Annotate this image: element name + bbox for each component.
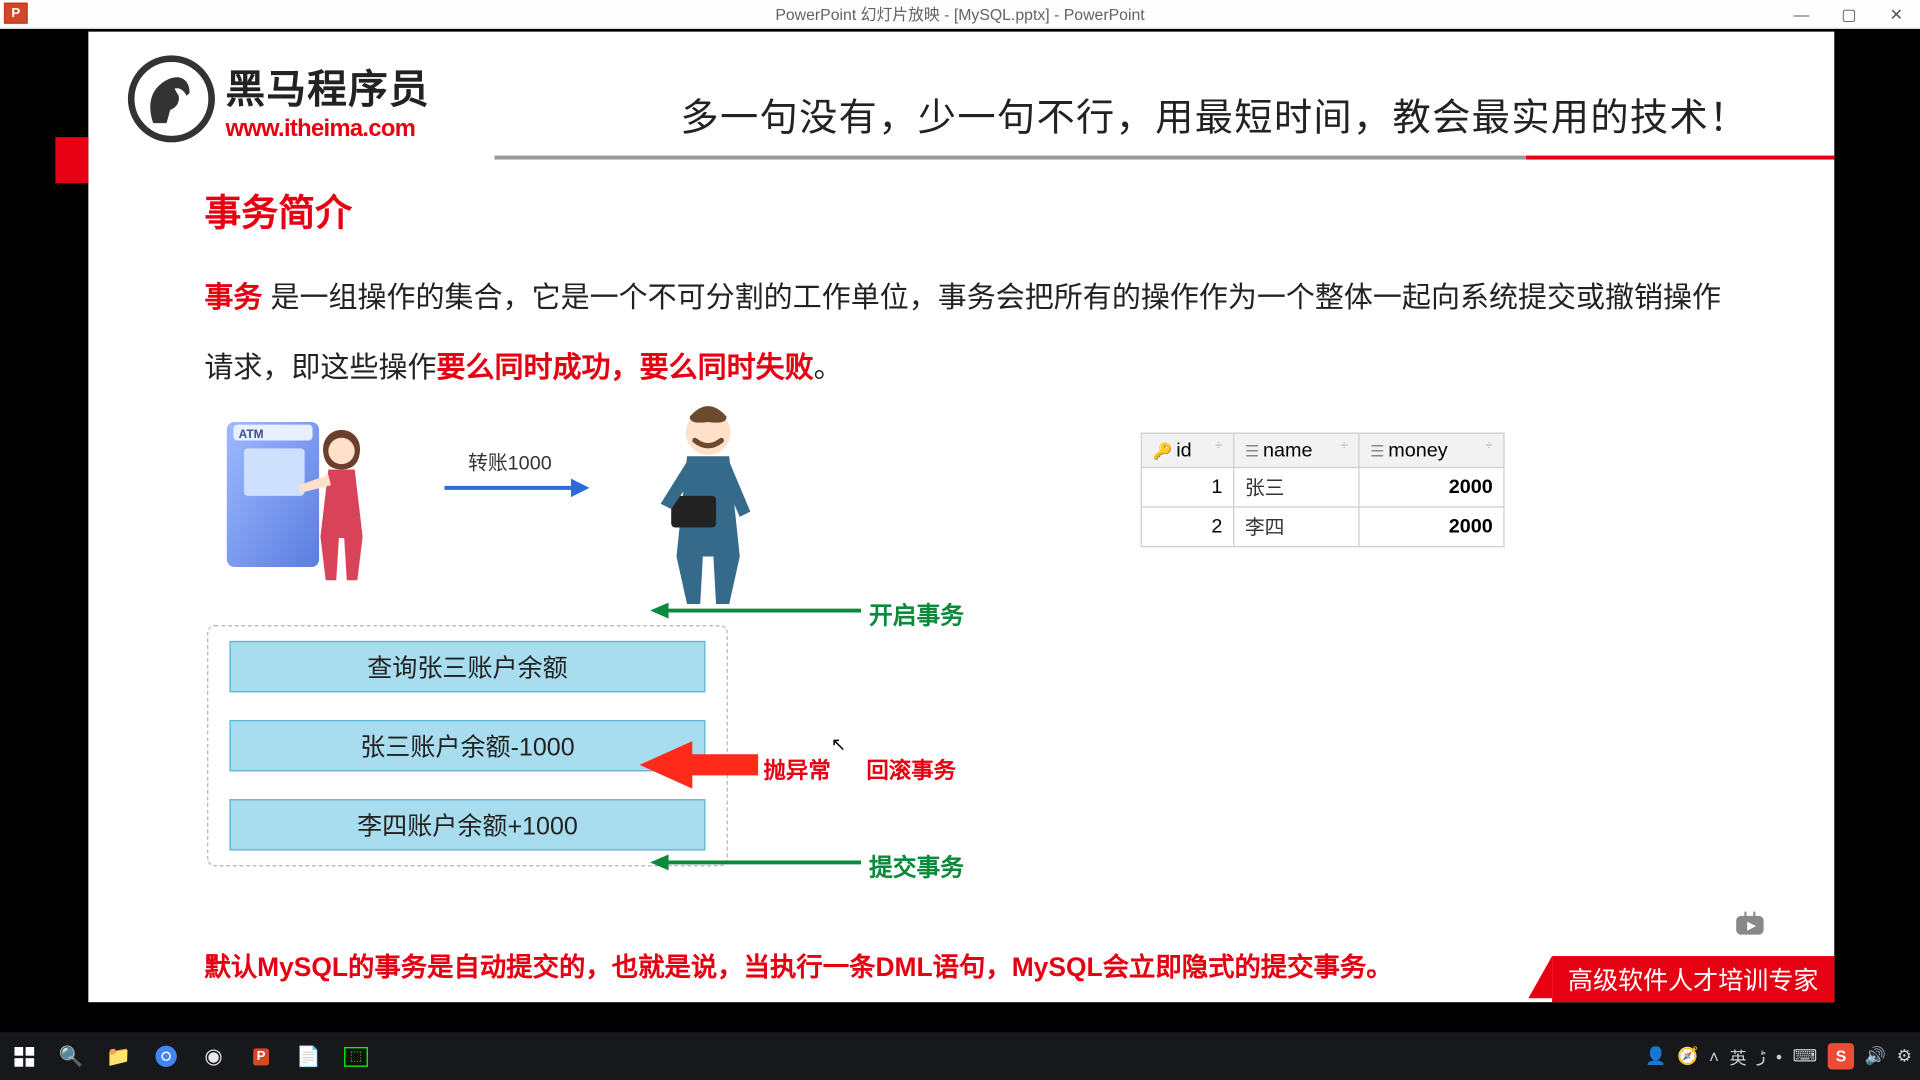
exception-label: 抛异常 xyxy=(764,752,831,785)
taskbar-notepad[interactable]: 📄 xyxy=(285,1033,332,1080)
table-row: 2 李四 2000 xyxy=(1141,507,1504,547)
keyword-transaction: 事务 xyxy=(204,281,262,314)
slideshow-stage[interactable]: 黑马程序员 www.itheima.com 多一句没有，少一句不行，用最短时间，… xyxy=(0,29,1920,1033)
horse-logo-icon xyxy=(128,55,215,142)
transfer-arrow: 转账1000 xyxy=(444,477,589,498)
tagline: 多一句没有，少一句不行，用最短时间，教会最实用的技术！ xyxy=(680,87,1748,142)
start-button[interactable] xyxy=(0,1033,47,1080)
slide-paragraph: 事务 是一组操作的集合，它是一个不可分割的工作单位，事务会把所有的操作作为一个整… xyxy=(204,264,1728,403)
slide: 黑马程序员 www.itheima.com 多一句没有，少一句不行，用最短时间，… xyxy=(88,32,1834,1003)
powerpoint-window: P PowerPoint 幻灯片放映 - [MySQL.pptx] - Powe… xyxy=(0,0,1920,1080)
maximize-button[interactable]: ▢ xyxy=(1825,0,1872,29)
atm-and-girl-icon: ATM xyxy=(220,411,378,582)
tray-input-mode-icon[interactable]: ڑ xyxy=(1757,1046,1765,1067)
header-underline xyxy=(494,156,1834,160)
col-name: ☰name÷ xyxy=(1234,433,1359,467)
rollback-label: 回滚事务 xyxy=(866,752,956,785)
tray-ime-indicator[interactable]: 英 xyxy=(1730,1044,1747,1069)
tray-people-icon[interactable]: 👤 xyxy=(1645,1046,1666,1067)
transfer-amount-label: 转账1000 xyxy=(468,448,552,476)
minimize-button[interactable]: — xyxy=(1778,0,1825,29)
tray-keyboard-icon[interactable]: ⌨ xyxy=(1793,1046,1818,1067)
logo-title: 黑马程序员 xyxy=(225,56,429,114)
commit-transaction-arrow xyxy=(650,853,861,871)
taskbar-powerpoint[interactable]: P xyxy=(237,1033,284,1080)
search-button[interactable]: 🔍 xyxy=(47,1033,94,1080)
tray-base-icon[interactable]: • xyxy=(1776,1046,1782,1066)
titlebar: P PowerPoint 幻灯片放映 - [MySQL.pptx] - Powe… xyxy=(0,0,1920,29)
key-icon: 🔑 xyxy=(1153,442,1173,460)
exception-arrow xyxy=(640,738,759,791)
begin-transaction-arrow xyxy=(650,601,861,619)
step-2: 张三账户余额-1000 xyxy=(229,720,705,771)
slide-title: 事务简介 xyxy=(204,185,352,238)
col-money: ☰money÷ xyxy=(1359,433,1504,467)
logo-url: www.itheima.com xyxy=(225,114,429,142)
commit-transaction-label: 提交事务 xyxy=(869,849,964,883)
step-3: 李四账户余额+1000 xyxy=(229,799,705,850)
windows-taskbar[interactable]: 🔍 📁 ◉ P 📄 ⬚ 👤 🧭 ˄ 英 ڑ • ⌨ S 🔊 ⚙ xyxy=(0,1033,1920,1080)
account-table: 🔑id÷ ☰name÷ ☰money÷ 1 张三 2000 2 李四 2000 xyxy=(1141,433,1505,548)
powerpoint-icon: P xyxy=(4,3,28,24)
keyword-atomicity: 要么同时成功，要么同时失败 xyxy=(436,350,813,383)
table-row: 1 张三 2000 xyxy=(1141,467,1504,507)
column-icon: ☰ xyxy=(1245,442,1259,460)
businessman-icon xyxy=(642,398,774,609)
slide-header: 黑马程序员 www.itheima.com 多一句没有，少一句不行，用最短时间，… xyxy=(128,55,1834,147)
taskbar-ide[interactable]: ⬚ xyxy=(332,1033,379,1080)
tray-settings-icon[interactable]: ⚙ xyxy=(1897,1046,1912,1067)
close-button[interactable]: ✕ xyxy=(1873,0,1920,29)
begin-transaction-label: 开启事务 xyxy=(869,597,964,631)
taskbar-obs[interactable]: ◉ xyxy=(190,1033,237,1080)
tray-volume-icon[interactable]: 🔊 xyxy=(1865,1046,1886,1067)
svg-text:ATM: ATM xyxy=(239,427,264,441)
tray-sogou-icon[interactable]: S xyxy=(1828,1043,1854,1069)
window-title: PowerPoint 幻灯片放映 - [MySQL.pptx] - PowerP… xyxy=(775,3,1144,25)
footnote-text: 默认MySQL的事务是自动提交的，也就是说，当执行一条DML语句，MySQL会立… xyxy=(204,946,1392,984)
table-header-row: 🔑id÷ ☰name÷ ☰money÷ xyxy=(1141,433,1504,467)
red-accent-tab xyxy=(55,137,88,183)
footer-banner: 高级软件人才培训专家 xyxy=(1552,956,1834,1002)
taskbar-chrome[interactable] xyxy=(142,1033,189,1080)
video-play-icon xyxy=(1718,897,1781,952)
transfer-illustration: ATM 转账1000 xyxy=(220,411,827,622)
column-icon: ☰ xyxy=(1370,442,1384,460)
cursor-icon: ↖ xyxy=(831,733,846,755)
tray-compass-icon[interactable]: 🧭 xyxy=(1677,1046,1698,1067)
taskbar-file-explorer[interactable]: 📁 xyxy=(95,1033,142,1080)
col-id: 🔑id÷ xyxy=(1141,433,1233,467)
system-tray[interactable]: 👤 🧭 ˄ 英 ڑ • ⌨ S 🔊 ⚙ xyxy=(1645,1043,1920,1069)
step-1: 查询张三账户余额 xyxy=(229,641,705,692)
tray-chevron-up-icon[interactable]: ˄ xyxy=(1709,1046,1719,1066)
